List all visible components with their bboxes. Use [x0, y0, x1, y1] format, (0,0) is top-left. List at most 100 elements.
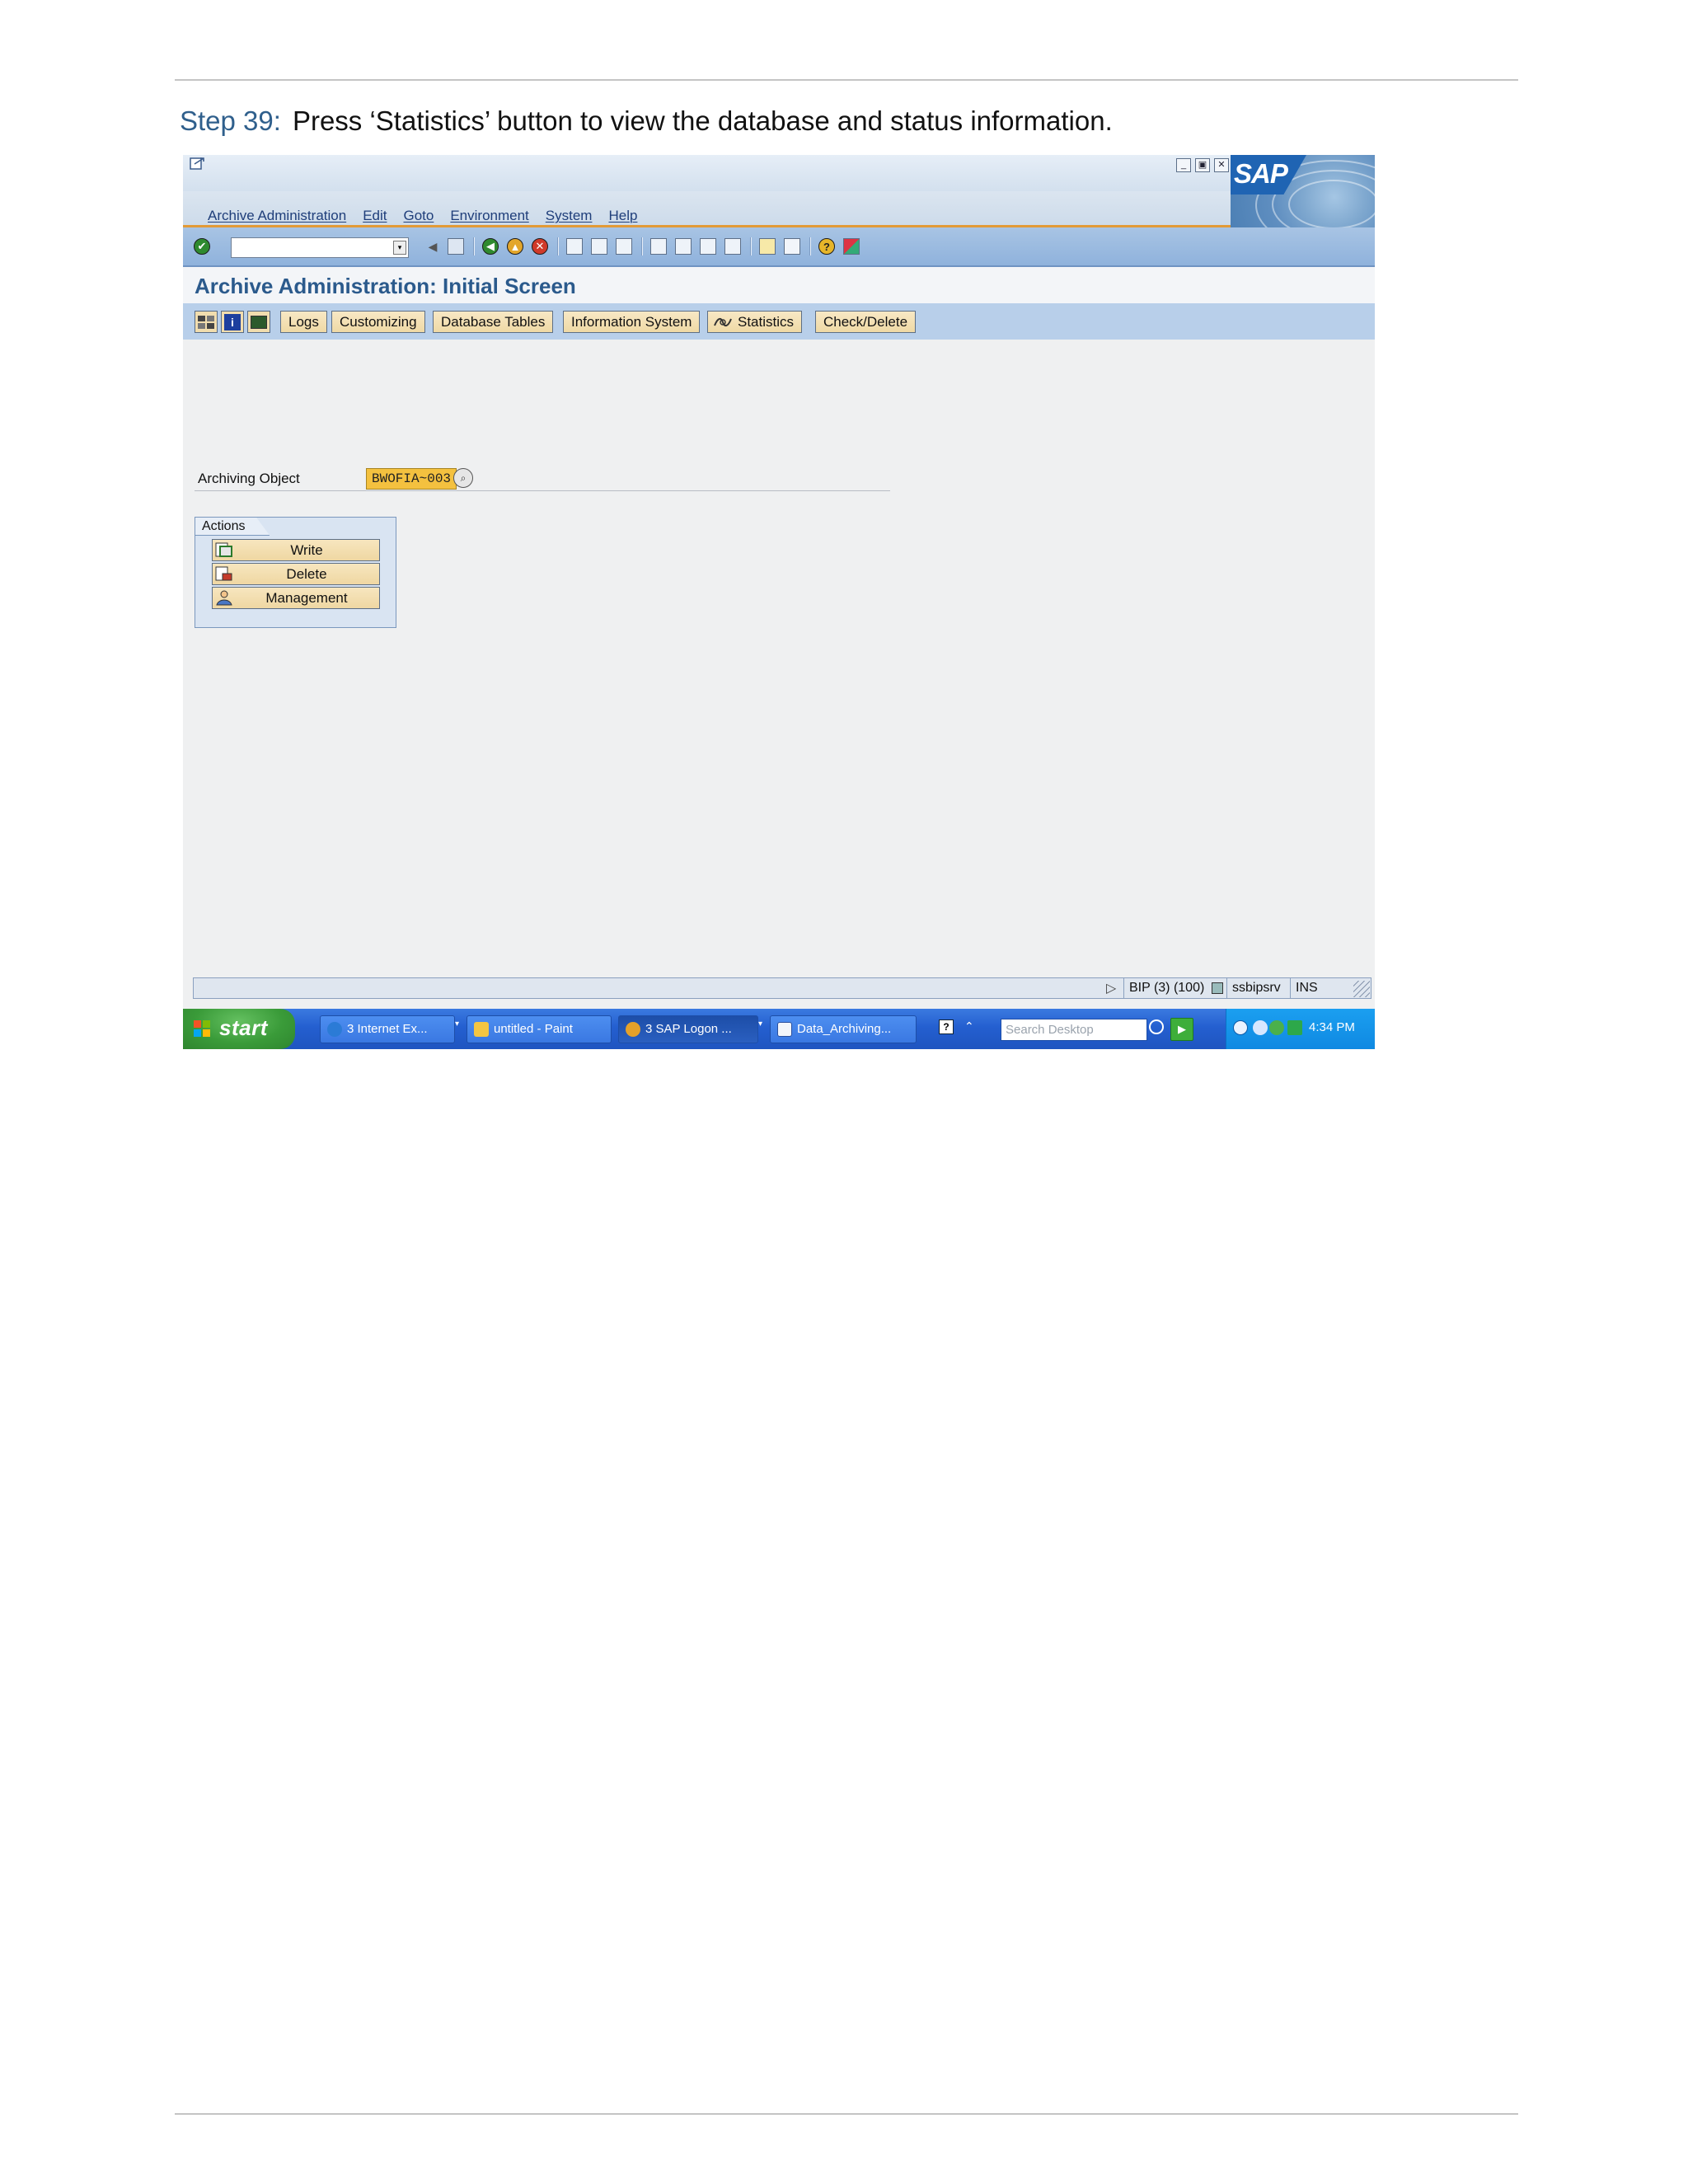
search-go-button[interactable]: ▶ — [1170, 1018, 1193, 1041]
taskbar-item-sap-logon[interactable]: 3 SAP Logon ... — [618, 1015, 758, 1043]
archive-object-overview-icon[interactable] — [195, 311, 218, 333]
tray-monitor-icon[interactable] — [1287, 1020, 1302, 1035]
paint-icon — [474, 1022, 489, 1037]
menu-system[interactable]: System — [546, 208, 593, 224]
layout-icon[interactable] — [842, 237, 860, 255]
taskbar-item-label: untitled - Paint — [494, 1022, 573, 1036]
menu-edit[interactable]: Edit — [363, 208, 387, 224]
menu-help[interactable]: Help — [608, 208, 637, 224]
logs-button[interactable]: Logs — [280, 311, 327, 333]
management-button[interactable]: Management — [212, 587, 380, 609]
status-system-text: BIP (3) (100) — [1129, 981, 1205, 995]
sap-logo-text: SAP — [1234, 158, 1288, 189]
window-title-bar: _ ▣ ✕ — [183, 155, 1375, 191]
sap-logo: SAP — [1231, 155, 1375, 227]
standard-toolbar: ✔ ▾ ◀ ◀ ▲ ✕ ? — [183, 227, 1375, 267]
close-icon[interactable]: ✕ — [1214, 158, 1229, 172]
shortcut-icon[interactable] — [783, 237, 801, 255]
minimize-icon[interactable]: _ — [1176, 158, 1191, 172]
command-input[interactable] — [232, 238, 388, 257]
taskbar-item-word-document[interactable]: Data_Archiving... — [770, 1015, 917, 1043]
taskbar-clock: 4:34 PM — [1309, 1020, 1355, 1034]
desktop-search-input[interactable]: Search Desktop — [1001, 1019, 1147, 1041]
page-title: Archive Administration: Initial Screen — [195, 274, 576, 298]
write-icon — [215, 542, 232, 557]
next-page-icon[interactable] — [699, 237, 717, 255]
menu-environment[interactable]: Environment — [450, 208, 528, 224]
start-button[interactable]: start — [183, 1009, 295, 1049]
back-nav-icon[interactable]: ◀ — [481, 237, 499, 255]
back-icon[interactable]: ◀ — [424, 237, 442, 255]
status-bar: ▷ BIP (3) (100) ssbipsrv INS — [193, 977, 1372, 999]
command-history-icon[interactable]: ▾ — [393, 241, 406, 255]
statistics-label: Statistics — [738, 314, 795, 330]
enter-icon[interactable]: ✔ — [193, 237, 211, 255]
menu-goto[interactable]: Goto — [403, 208, 434, 224]
cancel-icon[interactable]: ✕ — [531, 237, 549, 255]
customizing-button[interactable]: Customizing — [331, 311, 425, 333]
write-button[interactable]: Write — [212, 539, 380, 561]
create-session-icon[interactable] — [758, 237, 776, 255]
step-instruction: Step 39: Press ‘Statistics’ button to vie… — [180, 105, 1113, 137]
help-center-icon[interactable]: ? — [939, 1019, 955, 1038]
exit-icon[interactable]: ▲ — [506, 237, 524, 255]
status-server: ssbipsrv — [1226, 978, 1290, 998]
taskbar-group-dropdown-icon[interactable]: ▾ — [758, 1019, 762, 1029]
information-system-button[interactable]: Information System — [563, 311, 701, 333]
previous-page-icon[interactable] — [674, 237, 692, 255]
tray-back-icon[interactable] — [1233, 1020, 1248, 1035]
taskbar-group-dropdown-icon[interactable]: ▾ — [455, 1019, 459, 1029]
system-tray: 4:34 PM — [1226, 1009, 1375, 1049]
system-menu-icon[interactable] — [190, 157, 206, 171]
title-area: Archive Administration: Initial Screen — [183, 267, 1375, 303]
management-label: Management — [265, 590, 348, 606]
windows-taskbar: start 3 Internet Ex... ▾ untitled - Pain… — [183, 1009, 1375, 1049]
step-number: Step 39: — [180, 105, 281, 136]
field-underline — [195, 490, 890, 491]
status-mode: INS — [1290, 978, 1326, 998]
restore-icon[interactable]: ▣ — [1195, 158, 1210, 172]
delete-icon — [215, 566, 232, 581]
info-icon[interactable]: i — [221, 311, 244, 333]
taskbar-item-paint[interactable]: untitled - Paint — [467, 1015, 612, 1043]
toolbar-chevron-icon[interactable]: ⌃ — [964, 1019, 981, 1038]
menu-bar: Archive Administration Edit Goto Environ… — [183, 191, 1375, 227]
taskbar-item-internet-explorer[interactable]: 3 Internet Ex... — [320, 1015, 455, 1043]
actions-group-title: Actions — [195, 518, 270, 536]
find-next-icon[interactable] — [615, 237, 633, 255]
status-system: BIP (3) (100) — [1123, 978, 1226, 998]
database-tables-button[interactable]: Database Tables — [433, 311, 554, 333]
first-page-icon[interactable] — [649, 237, 668, 255]
print-icon[interactable] — [565, 237, 584, 255]
save-icon[interactable] — [447, 237, 465, 255]
job-overview-icon[interactable] — [247, 311, 270, 333]
menu-archive-administration[interactable]: Archive Administration — [208, 208, 346, 224]
word-document-icon — [777, 1022, 792, 1037]
status-toggle-icon[interactable]: ▷ — [1106, 980, 1116, 996]
statistics-button[interactable]: Statistics — [707, 311, 803, 333]
find-icon[interactable] — [590, 237, 608, 255]
archiving-object-field[interactable]: BWOFIA~003 — [366, 468, 457, 490]
status-system-icon[interactable] — [1211, 982, 1223, 994]
taskbar-item-label: Data_Archiving... — [797, 1022, 892, 1036]
help-icon[interactable]: ? — [818, 237, 836, 255]
resize-grip-icon[interactable] — [1353, 981, 1370, 997]
application-toolbar: i Logs Customizing Database Tables Infor… — [183, 303, 1375, 340]
search-options-icon[interactable] — [1149, 1019, 1165, 1038]
window-controls: _ ▣ ✕ — [1176, 158, 1229, 172]
taskbar-item-label: 3 SAP Logon ... — [645, 1022, 732, 1036]
command-field[interactable]: ▾ — [231, 237, 409, 258]
management-icon — [216, 590, 232, 606]
sap-screenshot: _ ▣ ✕ Archive Administration Edit Goto E… — [183, 155, 1375, 1049]
statistics-icon — [714, 317, 732, 327]
tray-network-icon[interactable] — [1269, 1020, 1284, 1035]
delete-button[interactable]: Delete — [212, 563, 380, 585]
last-page-icon[interactable] — [724, 237, 742, 255]
delete-label: Delete — [286, 566, 327, 582]
value-help-icon[interactable]: ⌕ — [453, 468, 473, 488]
archiving-object-label: Archiving Object — [198, 471, 300, 486]
internet-explorer-icon — [327, 1022, 342, 1037]
tray-search-icon[interactable] — [1253, 1020, 1268, 1035]
taskbar-item-label: 3 Internet Ex... — [347, 1022, 428, 1036]
check-delete-button[interactable]: Check/Delete — [815, 311, 917, 333]
